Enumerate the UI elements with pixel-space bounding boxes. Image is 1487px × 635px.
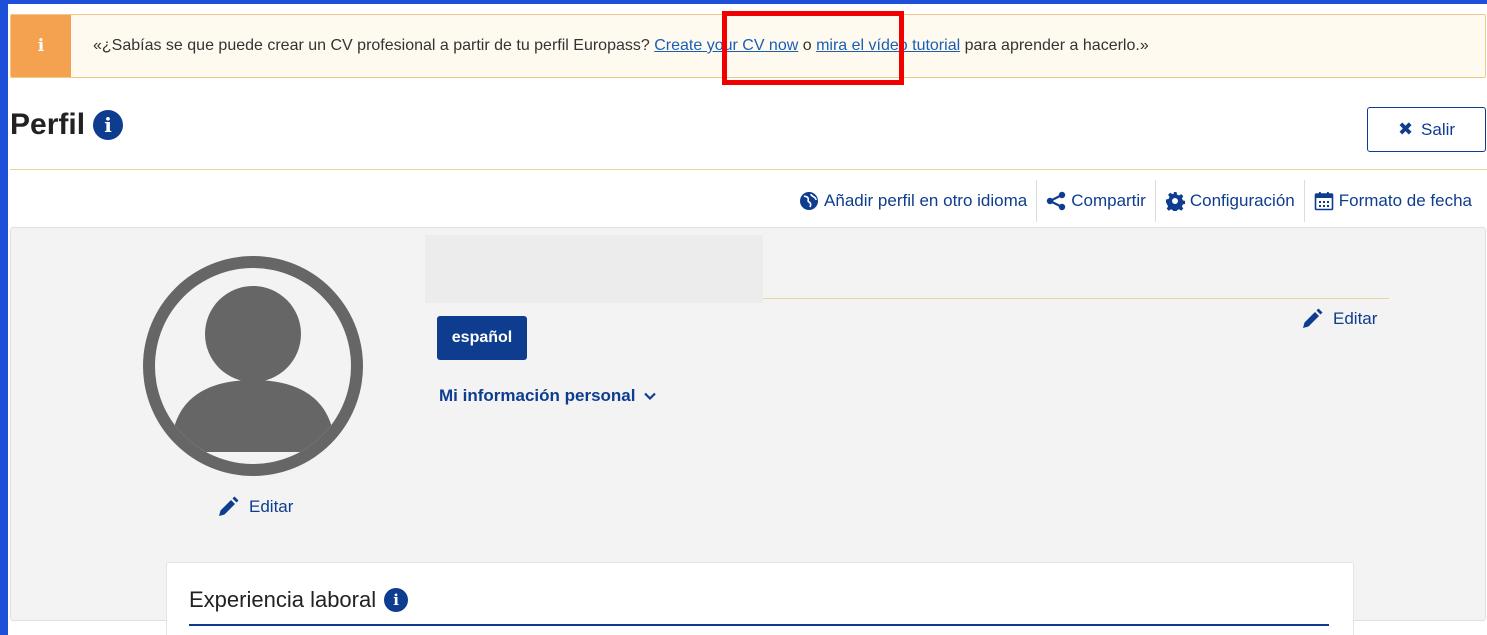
name-divider	[763, 298, 1389, 299]
info-circle-glyph: i	[104, 113, 112, 137]
info-circle-icon[interactable]: i	[93, 110, 124, 140]
pencil-icon	[219, 496, 239, 516]
settings-button[interactable]: Configuración	[1154, 180, 1304, 222]
work-experience-card: Experiencia laboral i	[166, 562, 1354, 635]
exit-button-label: Salir	[1421, 119, 1456, 139]
personal-info-label: Mi información personal	[439, 386, 636, 405]
exit-button[interactable]: ✖ Salir	[1367, 107, 1486, 152]
work-experience-title: Experiencia laboral i	[189, 587, 409, 613]
page-title-text: Perfil	[10, 108, 86, 141]
pencil-icon	[1303, 308, 1323, 328]
share-label: Compartir	[1071, 191, 1146, 210]
photo-edit-label: Editar	[249, 497, 294, 516]
profile-edit-link[interactable]: Editar	[1301, 308, 1377, 330]
name-placeholder	[425, 235, 763, 303]
work-experience-info-glyph: i	[393, 591, 399, 609]
banner-text: «¿Sabías se que puede crear un CV profes…	[71, 37, 1149, 55]
profile-toolbar: Añadir perfil en otro idioma Compartir C…	[790, 180, 1481, 222]
avatar-icon[interactable]	[139, 252, 367, 480]
calendar-icon	[1314, 192, 1334, 211]
photo-edit-link[interactable]: Editar	[217, 496, 293, 518]
settings-label: Configuración	[1189, 191, 1295, 210]
date-format-button[interactable]: Formato de fecha	[1303, 180, 1481, 222]
info-icon: i	[11, 15, 71, 77]
share-button[interactable]: Compartir	[1036, 180, 1155, 222]
language-badge[interactable]: español	[437, 316, 527, 360]
gear-icon	[1165, 192, 1185, 211]
page: i «¿Sabías se que puede crear un CV prof…	[8, 4, 1487, 635]
globe-icon	[800, 192, 819, 210]
info-glyph: i	[37, 36, 45, 56]
add-language-profile-label: Añadir perfil en otro idioma	[824, 191, 1028, 210]
work-experience-info-icon[interactable]: i	[384, 588, 409, 612]
chevron-down-icon	[644, 392, 657, 401]
work-experience-divider	[189, 624, 1329, 626]
page-title: Perfil i	[10, 108, 124, 142]
banner-text-before: «¿Sabías se que puede crear un CV profes…	[93, 37, 655, 54]
personal-info-toggle[interactable]: Mi información personal	[439, 386, 657, 406]
add-language-profile-button[interactable]: Añadir perfil en otro idioma	[790, 180, 1036, 222]
profile-edit-label: Editar	[1333, 309, 1378, 328]
banner-text-after: para aprender a hacerlo.»	[960, 37, 1149, 54]
highlight-box	[722, 11, 904, 85]
work-experience-title-text: Experiencia laboral	[189, 587, 377, 612]
close-icon: ✖	[1397, 119, 1414, 139]
date-format-label: Formato de fecha	[1338, 191, 1472, 210]
share-icon	[1047, 191, 1066, 211]
header-divider	[10, 169, 1487, 170]
